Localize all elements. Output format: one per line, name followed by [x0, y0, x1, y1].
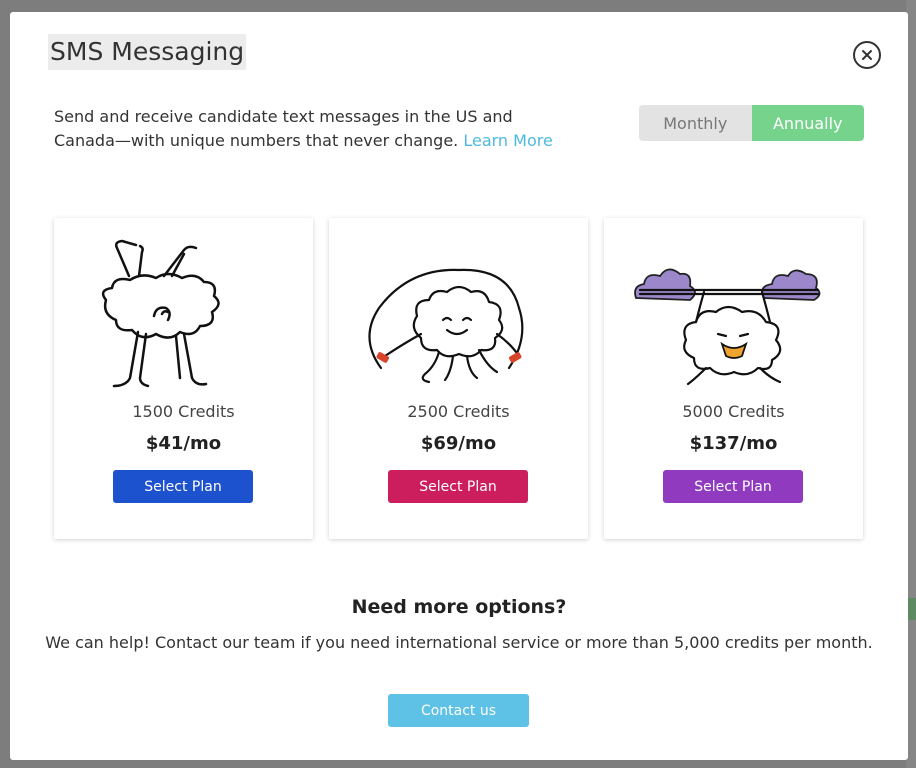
- plan-price: $41/mo: [145, 433, 222, 454]
- modal-title: SMS Messaging: [48, 34, 247, 70]
- weightlifting-cloud-icon: [634, 268, 821, 386]
- contact-us-button[interactable]: Contact us: [388, 694, 529, 727]
- plan-card-1500: 1500 Credits $41/mo Select Plan: [54, 218, 313, 539]
- toggle-annually[interactable]: Annually: [751, 105, 864, 141]
- select-plan-button-2500[interactable]: Select Plan: [388, 470, 528, 503]
- plan-card-5000: 5000 Credits $137/mo Select Plan: [604, 218, 863, 539]
- more-options-title: Need more options?: [351, 596, 567, 618]
- plan-card-2500: 2500 Credits $69/mo Select Plan: [329, 218, 588, 539]
- modal-description: Send and receive candidate text messages…: [54, 105, 574, 153]
- billing-period-toggle: Monthly Annually: [639, 105, 864, 141]
- close-button[interactable]: [853, 41, 881, 69]
- plan-price: $137/mo: [689, 433, 778, 454]
- description-text: Send and receive candidate text messages…: [54, 107, 513, 150]
- toggle-monthly[interactable]: Monthly: [639, 105, 752, 141]
- plan-credits: 2500 Credits: [407, 402, 510, 421]
- plan-cards: 1500 Credits $41/mo Select Plan 2500 Cre…: [54, 218, 864, 539]
- more-options-text: We can help! Contact our team if you nee…: [45, 633, 873, 652]
- close-icon: [862, 50, 872, 60]
- plan-credits: 5000 Credits: [682, 402, 785, 421]
- sms-messaging-modal: SMS Messaging Send and receive candidate…: [10, 12, 908, 760]
- handstand-cloud-icon: [101, 239, 220, 388]
- plan-price: $69/mo: [420, 433, 497, 454]
- jump-rope-cloud-icon: [368, 268, 524, 384]
- learn-more-link[interactable]: Learn More: [463, 131, 552, 150]
- backdrop-badge: [908, 598, 916, 620]
- plan-credits: 1500 Credits: [132, 402, 235, 421]
- select-plan-button-5000[interactable]: Select Plan: [663, 470, 803, 503]
- select-plan-button-1500[interactable]: Select Plan: [113, 470, 253, 503]
